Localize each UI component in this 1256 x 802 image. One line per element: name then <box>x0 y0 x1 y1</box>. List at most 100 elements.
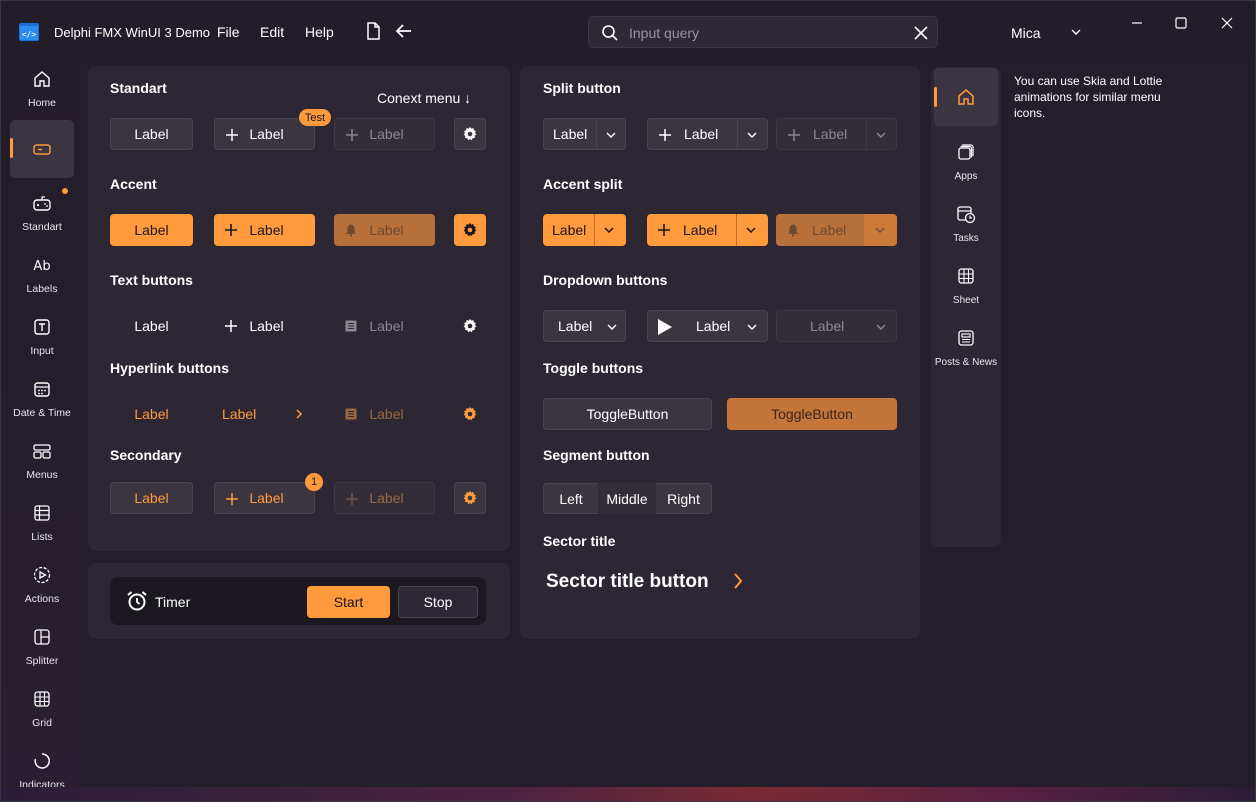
segment-right[interactable]: Right <box>656 483 711 514</box>
hyperlink-label-button[interactable]: Label <box>110 398 193 430</box>
context-menu-link[interactable]: Conext menu ↓ <box>377 90 471 106</box>
secondary-add-button[interactable]: Label <box>214 482 315 514</box>
button-label: Label <box>134 222 169 238</box>
chevron-right-icon <box>296 409 303 419</box>
plus-icon <box>225 224 237 236</box>
chevron-down-icon[interactable] <box>746 129 758 141</box>
text-settings-button[interactable] <box>454 310 486 342</box>
nav-labels[interactable]: Ab Labels <box>10 249 74 307</box>
standart-label-button[interactable]: Label <box>110 118 193 150</box>
button-label: Label <box>134 318 169 334</box>
accent-settings-button[interactable] <box>454 214 486 246</box>
rnav-sheet[interactable]: Sheet <box>934 251 998 309</box>
document-lines-icon <box>345 408 357 420</box>
dropdown-play-button[interactable]: Label <box>647 310 768 342</box>
standart-add-button[interactable]: Label <box>214 118 315 150</box>
split-divider <box>866 119 867 149</box>
secondary-settings-button[interactable] <box>454 482 486 514</box>
maximize-icon[interactable] <box>1172 14 1190 32</box>
nav-date-time[interactable]: Date & Time <box>10 373 74 431</box>
timer-start-button[interactable]: Start <box>307 586 390 618</box>
accent-split-add-button[interactable]: Label <box>647 214 768 246</box>
section-title-sector: Sector title <box>543 533 616 549</box>
section-title-toggle: Toggle buttons <box>543 360 644 376</box>
text-add-button[interactable]: Label <box>214 310 315 342</box>
document-icon[interactable] <box>363 21 383 41</box>
back-arrow-icon[interactable] <box>394 21 414 41</box>
nav-label: Grid <box>32 717 52 729</box>
rnav-apps[interactable]: Apps <box>934 127 998 185</box>
split-button[interactable]: Label <box>543 118 626 150</box>
nav-label: Lists <box>31 531 53 543</box>
nav-lists[interactable]: Lists <box>10 497 74 555</box>
theme-select[interactable]: Mica <box>1011 25 1041 41</box>
chevron-right-icon <box>734 573 743 589</box>
rnav-label: Apps <box>954 171 978 182</box>
nav-actions[interactable]: Actions <box>10 559 74 617</box>
timer-stop-button[interactable]: Stop <box>398 586 478 618</box>
count-badge: 1 <box>305 473 323 491</box>
text-label-button[interactable]: Label <box>110 310 193 342</box>
sector-title-button[interactable]: Sector title button <box>546 569 756 595</box>
search-icon <box>602 25 618 41</box>
chevron-down-icon[interactable] <box>605 129 617 141</box>
rnav-home[interactable] <box>934 68 998 126</box>
menu-help[interactable]: Help <box>305 24 334 40</box>
button-label: Label <box>249 126 284 142</box>
text-ab-icon: Ab <box>33 259 50 274</box>
button-label: Start <box>333 594 364 610</box>
rnav-tasks[interactable]: Tasks <box>934 189 998 247</box>
segment-middle[interactable]: Middle <box>598 483 656 514</box>
nav-active-indicator <box>10 138 13 158</box>
hyperlink-settings-button[interactable] <box>454 398 486 430</box>
home-icon <box>958 89 974 105</box>
chevron-down-icon[interactable] <box>1070 26 1082 38</box>
plus-icon <box>346 129 358 141</box>
nav-input[interactable]: Input <box>10 311 74 369</box>
gear-icon <box>463 407 477 421</box>
secondary-label-button[interactable]: Label <box>110 482 193 514</box>
home-icon <box>34 71 50 87</box>
clear-icon[interactable] <box>913 25 929 41</box>
button-label: Label <box>369 490 404 506</box>
gear-icon <box>463 491 477 505</box>
accent-split-button[interactable]: Label <box>543 214 626 246</box>
close-icon[interactable] <box>1218 14 1236 32</box>
gear-icon <box>463 319 477 333</box>
section-title-accent-split: Accent split <box>543 176 623 192</box>
minimize-icon[interactable] <box>1128 14 1146 32</box>
search-box[interactable] <box>588 16 938 48</box>
hyperlink-arrow-button[interactable]: Label <box>214 398 315 430</box>
dropdown-button[interactable]: Label <box>543 310 626 342</box>
nav-buttons[interactable] <box>10 120 74 178</box>
menu-edit[interactable]: Edit <box>260 24 284 40</box>
button-label: Label <box>249 222 284 238</box>
tasks-icon <box>957 206 976 224</box>
button-label: ToggleButton <box>586 406 669 422</box>
segment-left[interactable]: Left <box>544 483 598 514</box>
plus-icon <box>346 493 358 505</box>
accent-label-button[interactable]: Label <box>110 214 193 246</box>
gamepad-icon <box>33 196 51 211</box>
chevron-down-icon[interactable] <box>603 224 615 236</box>
standart-settings-button[interactable] <box>454 118 486 150</box>
chevron-down-icon[interactable] <box>745 224 757 236</box>
menu-file[interactable]: File <box>217 24 240 40</box>
nav-splitter[interactable]: Splitter <box>10 621 74 679</box>
rnav-posts-news[interactable]: Posts & News <box>934 313 998 371</box>
toggle-button-on[interactable]: ToggleButton <box>727 398 897 430</box>
button-label: Label <box>683 222 718 238</box>
nav-label: Input <box>30 345 54 357</box>
splitter-icon <box>34 629 50 645</box>
nav-home[interactable]: Home <box>10 63 74 121</box>
search-input[interactable] <box>629 22 899 44</box>
title-bar: </> Delphi FMX WinUI 3 Demo File Edit He… <box>1 1 1255 63</box>
nav-menus[interactable]: Menus <box>10 435 74 493</box>
nav-grid[interactable]: Grid <box>10 683 74 741</box>
accent-add-button[interactable]: Label <box>214 214 315 246</box>
nav-label: Home <box>27 97 56 109</box>
nav-standart[interactable]: Standart <box>10 187 74 245</box>
toggle-button-off[interactable]: ToggleButton <box>543 398 712 430</box>
button-label: Label <box>369 406 404 422</box>
split-add-button[interactable]: Label <box>647 118 768 150</box>
